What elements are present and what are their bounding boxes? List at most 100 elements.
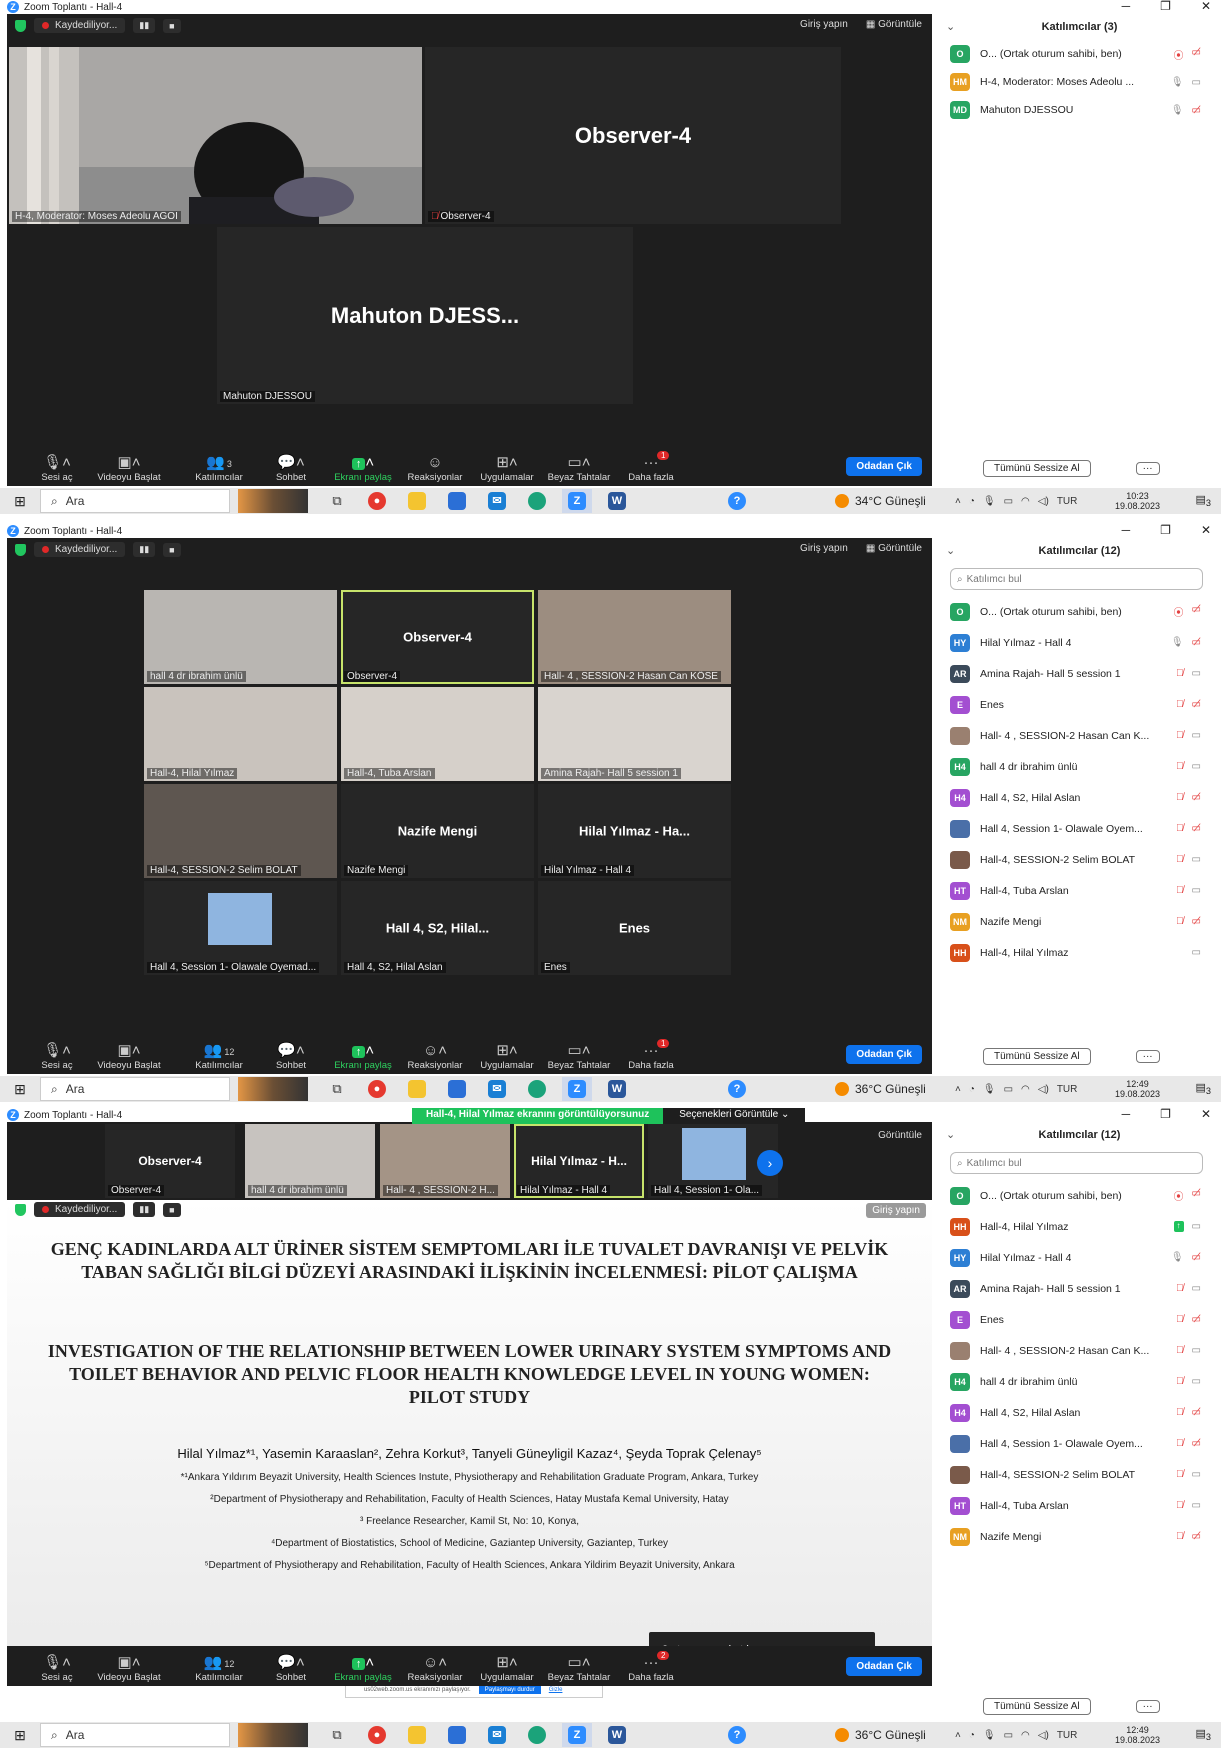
language-indicator[interactable]: TUR <box>1057 1084 1078 1095</box>
participant-row[interactable]: H4 hall 4 dr ibrahim ünlü 🎙̸ ▭ <box>938 751 1221 782</box>
restore-button[interactable]: ❐ <box>1160 0 1171 12</box>
panel-more-button[interactable]: ··· <box>1135 461 1160 475</box>
participant-row[interactable]: HT Hall-4, Tuba Arslan 🎙̸ ▭ <box>938 1490 1221 1521</box>
participant-row[interactable]: Hall 4, Session 1- Olawale Oyem... 🎙̸ ▭̸ <box>938 813 1221 844</box>
participant-search-input[interactable]: ⌕ Katılımcı bul <box>950 568 1203 590</box>
video-tile[interactable]: Amina Rajah- Hall 5 session 1 <box>538 687 731 781</box>
share-screen-button[interactable]: ↑ ˄ Ekranı paylaş <box>327 454 399 483</box>
mic-icon[interactable]: 🎙 <box>983 1730 996 1741</box>
volume-icon[interactable]: ◁) <box>1038 496 1049 507</box>
video-tile[interactable]: Hall- 4 , SESSION-2 H... <box>380 1124 510 1198</box>
view-button[interactable]: Görüntüle <box>878 1130 922 1141</box>
participant-row[interactable]: HH Hall-4, Hilal Yılmaz ▭ <box>938 937 1221 968</box>
video-tile[interactable]: Hall-4, Hilal Yılmaz <box>144 687 337 781</box>
chrome-icon[interactable]: ● <box>362 489 392 513</box>
participant-row[interactable]: E Enes 🎙̸ ▭̸ <box>938 689 1221 720</box>
edge-icon[interactable] <box>522 1723 552 1747</box>
reactions-button[interactable]: ☺ Reaksiyonlar <box>399 454 471 483</box>
participants-button[interactable]: 👥 3 Katılımcılar <box>183 454 255 483</box>
windows-start-icon[interactable]: ⊞ <box>0 493 40 510</box>
chevron-down-icon[interactable]: ⌄ <box>946 14 955 40</box>
participant-row[interactable]: Hall-4, SESSION-2 Selim BOLAT 🎙̸ ▭ <box>938 844 1221 875</box>
taskbar-search[interactable]: ⌕ Ara <box>40 489 230 513</box>
notification-center[interactable]: ▤3 <box>1196 1081 1212 1096</box>
view-options-dropdown[interactable]: Seçenekleri Görüntüle ⌄ <box>663 1108 806 1124</box>
wifi-icon[interactable]: ◠ <box>1021 496 1030 507</box>
clock[interactable]: 10:23 19.08.2023 <box>1115 491 1160 511</box>
chrome-icon[interactable]: ● <box>362 1077 392 1101</box>
participant-row[interactable]: H4 Hall 4, S2, Hilal Aslan 🎙̸ ▭̸ <box>938 1397 1221 1428</box>
taskbar-search[interactable]: ⌕ Ara <box>40 1077 230 1101</box>
leave-room-button[interactable]: Odadan Çık <box>846 1045 922 1064</box>
participant-row[interactable]: HH Hall-4, Hilal Yılmaz ↑ ▭ <box>938 1211 1221 1242</box>
store-icon[interactable] <box>442 1077 472 1101</box>
word-icon[interactable]: W <box>602 1723 632 1747</box>
video-tile[interactable]: Hall-4, SESSION-2 Selim BOLAT <box>144 784 337 878</box>
file-explorer-icon[interactable] <box>402 1723 432 1747</box>
video-tile[interactable]: Hall 4, S2, Hilal... Hall 4, S2, Hilal As… <box>341 881 534 975</box>
windows-start-icon[interactable]: ⊞ <box>0 1727 40 1744</box>
participant-search-input[interactable]: ⌕ Katılımcı bul <box>950 1152 1203 1174</box>
help-icon[interactable]: ? <box>722 1077 752 1101</box>
network-icon[interactable]: ◔ <box>969 1084 975 1095</box>
minimize-button[interactable]: ─ <box>1122 524 1131 536</box>
participant-row[interactable]: H4 Hall 4, S2, Hilal Aslan 🎙̸ ▭̸ <box>938 782 1221 813</box>
word-icon[interactable]: W <box>602 489 632 513</box>
clock[interactable]: 12:49 19.08.2023 <box>1115 1079 1160 1099</box>
sign-in-link[interactable]: Giriş yapın <box>866 1203 926 1218</box>
chevron-up-icon[interactable]: ˄ <box>955 496 961 507</box>
mute-all-button[interactable]: Tümünü Sessize Al <box>983 1047 1091 1065</box>
battery-icon[interactable]: ▭ <box>1004 496 1013 507</box>
stop-recording-button[interactable]: ■ <box>163 542 181 557</box>
chat-button[interactable]: 💬˄ Sohbet <box>255 1654 327 1683</box>
video-tile[interactable]: Hall 4, Session 1- Olawale Oyemad... <box>144 881 337 975</box>
close-button[interactable]: ✕ <box>1201 0 1211 12</box>
participant-row[interactable]: O O... (Ortak oturum sahibi, ben) ⦿ ▭̸ <box>938 1180 1221 1211</box>
help-icon[interactable]: ? <box>722 1723 752 1747</box>
task-view-icon[interactable]: ⧉ <box>322 1077 352 1101</box>
chat-button[interactable]: 💬˄ Sohbet <box>255 454 327 483</box>
more-button[interactable]: ··· 2 Daha fazla <box>615 1651 687 1683</box>
stop-sharing-button[interactable]: Paylaşmayı durdur <box>478 1686 541 1694</box>
edge-icon[interactable] <box>522 1077 552 1101</box>
apps-button[interactable]: ⊞˄ Uygulamalar <box>471 1042 543 1071</box>
sign-in-link[interactable]: Giriş yapın <box>800 19 848 30</box>
task-view-icon[interactable]: ⧉ <box>322 1723 352 1747</box>
security-shield-icon[interactable] <box>15 19 26 32</box>
video-tile[interactable]: Hall-4, Tuba Arslan <box>341 687 534 781</box>
participant-row[interactable]: E Enes 🎙̸ ▭̸ <box>938 1304 1221 1335</box>
chevron-up-icon[interactable]: ˄ <box>955 1730 961 1741</box>
security-shield-icon[interactable] <box>15 543 26 556</box>
start-video-button[interactable]: ▣˄ Videoyu Başlat <box>93 454 165 483</box>
word-icon[interactable]: W <box>602 1077 632 1101</box>
file-explorer-icon[interactable] <box>402 489 432 513</box>
pause-recording-button[interactable]: ▮▮ <box>133 542 156 557</box>
apps-button[interactable]: ⊞˄ Uygulamalar <box>471 454 543 483</box>
minimize-button[interactable]: ─ <box>1122 1108 1131 1120</box>
clock[interactable]: 12:49 19.08.2023 <box>1115 1725 1160 1745</box>
file-explorer-icon[interactable] <box>402 1077 432 1101</box>
participant-row[interactable]: AR Amina Rajah- Hall 5 session 1 🎙̸ ▭ <box>938 658 1221 689</box>
language-indicator[interactable]: TUR <box>1057 1730 1078 1741</box>
chevron-down-icon[interactable]: ⌄ <box>946 538 955 564</box>
start-video-button[interactable]: ▣˄ Videoyu Başlat <box>93 1042 165 1071</box>
video-tile[interactable]: Observer-4 Observer-4 <box>105 1124 235 1198</box>
restore-button[interactable]: ❐ <box>1160 524 1171 536</box>
participant-row[interactable]: AR Amina Rajah- Hall 5 session 1 🎙̸ ▭ <box>938 1273 1221 1304</box>
participant-row[interactable]: NM Nazife Mengi 🎙̸ ▭̸ <box>938 1521 1221 1552</box>
share-screen-button[interactable]: ↑ ˄ Ekranı paylaş <box>327 1042 399 1071</box>
notification-center[interactable]: ▤3 <box>1196 1727 1212 1742</box>
participant-row[interactable]: Hall- 4 , SESSION-2 Hasan Can K... 🎙̸ ▭ <box>938 720 1221 751</box>
apps-button[interactable]: ⊞˄ Uygulamalar <box>471 1654 543 1683</box>
participant-row[interactable]: HY Hilal Yılmaz - Hall 4 🎙 ▭̸ <box>938 627 1221 658</box>
participant-row[interactable]: Hall- 4 , SESSION-2 Hasan Can K... 🎙̸ ▭ <box>938 1335 1221 1366</box>
chevron-up-icon[interactable]: ˄ <box>955 1084 961 1095</box>
more-button[interactable]: ··· 1 Daha fazla <box>615 1039 687 1071</box>
whiteboards-button[interactable]: ▭˄ Beyaz Tahtalar <box>543 454 615 483</box>
participants-button[interactable]: 👥 12 Katılımcılar <box>183 1042 255 1071</box>
language-indicator[interactable]: TUR <box>1057 496 1078 507</box>
share-screen-button[interactable]: ↑ ˄ Ekranı paylaş <box>327 1654 399 1683</box>
mic-icon[interactable]: 🎙 <box>983 496 996 507</box>
video-tile[interactable]: Enes Enes <box>538 881 731 975</box>
participant-row[interactable]: MD Mahuton DJESSOU 🎙 ▭̸ <box>938 96 1221 124</box>
